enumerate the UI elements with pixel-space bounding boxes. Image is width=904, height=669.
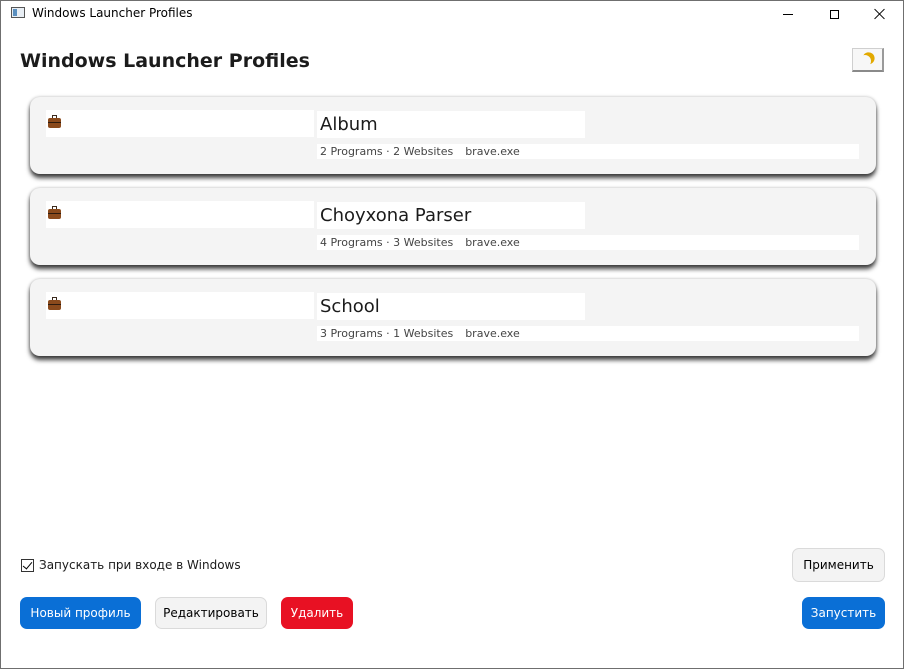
profile-details: 4 Programs · 3 Websites brave.exe xyxy=(317,235,859,250)
profile-icon-field[interactable] xyxy=(46,292,314,319)
profile-icon-field[interactable] xyxy=(46,201,314,228)
app-icon xyxy=(11,7,25,18)
minimize-icon xyxy=(783,13,793,15)
maximize-icon xyxy=(829,9,839,19)
profile-card[interactable]: School 3 Programs · 1 Websites brave.exe xyxy=(30,279,876,356)
apply-button[interactable]: Применить xyxy=(792,548,885,582)
close-icon xyxy=(874,8,886,20)
profile-details: 2 Programs · 2 Websites brave.exe xyxy=(317,144,859,159)
title-bar[interactable]: Windows Launcher Profiles xyxy=(1,1,903,27)
profile-browser: brave.exe xyxy=(465,236,520,249)
profile-browser: brave.exe xyxy=(465,145,520,158)
briefcase-icon xyxy=(48,115,61,128)
app-window: Windows Launcher Profiles Windows Launch… xyxy=(0,0,904,669)
profile-browser: brave.exe xyxy=(465,327,520,340)
profile-details: 3 Programs · 1 Websites brave.exe xyxy=(317,326,859,341)
profile-name[interactable]: Choyxona Parser xyxy=(317,202,585,229)
briefcase-icon xyxy=(48,206,61,219)
page-title: Windows Launcher Profiles xyxy=(20,50,310,72)
launch-button[interactable]: Запустить xyxy=(802,597,885,629)
autostart-checkbox[interactable] xyxy=(21,558,34,572)
moon-icon xyxy=(858,54,872,68)
minimize-button[interactable] xyxy=(765,1,811,27)
autostart-label: Запускать при входе в Windows xyxy=(39,558,241,572)
profile-summary: 2 Programs · 2 Websites xyxy=(320,145,454,158)
briefcase-icon xyxy=(48,297,61,310)
profile-card[interactable]: Choyxona Parser 4 Programs · 3 Websites b… xyxy=(30,188,876,265)
window-title: Windows Launcher Profiles xyxy=(32,6,193,20)
profile-summary: 3 Programs · 1 Websites xyxy=(320,327,454,340)
profile-icon-field[interactable] xyxy=(46,110,314,137)
edit-button[interactable]: Редактировать xyxy=(155,597,267,629)
new-profile-button[interactable]: Новый профиль xyxy=(20,597,141,629)
autostart-option[interactable]: Запускать при входе в Windows xyxy=(21,558,241,572)
profile-name[interactable]: School xyxy=(317,293,585,320)
profile-card[interactable]: Album 2 Programs · 2 Websites brave.exe xyxy=(30,97,876,174)
close-button[interactable] xyxy=(857,1,903,27)
profile-name[interactable]: Album xyxy=(317,111,585,138)
theme-toggle-button[interactable] xyxy=(852,48,884,72)
delete-button[interactable]: Удалить xyxy=(281,597,353,629)
profile-summary: 4 Programs · 3 Websites xyxy=(320,236,454,249)
maximize-button[interactable] xyxy=(811,1,857,27)
